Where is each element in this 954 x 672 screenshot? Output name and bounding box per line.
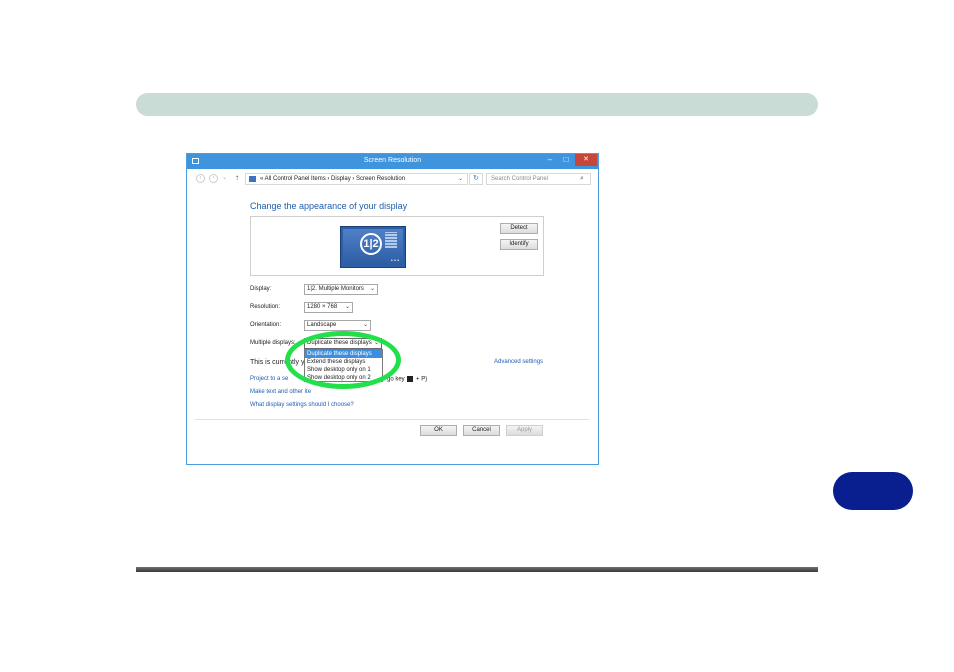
up-arrow-icon[interactable]: ↑	[235, 173, 239, 182]
orientation-select[interactable]: Landscape ⌄	[304, 320, 371, 331]
display-settings-help-link[interactable]: What display settings should I choose?	[250, 402, 354, 408]
project-shortcut-text: go key + P)	[387, 376, 427, 383]
windows-key-icon	[407, 376, 414, 382]
chevron-down-icon: ⌄	[362, 322, 368, 328]
screen-resolution-window: Screen Resolution – □ ✕ ‹ › ⌄ ↑ « All Co…	[186, 153, 599, 465]
recent-pages-chevron-icon[interactable]: ⌄	[222, 174, 227, 181]
search-icon[interactable]: ⌕	[580, 175, 584, 183]
cancel-button[interactable]: Cancel	[463, 425, 500, 436]
display-label: Display:	[250, 286, 272, 292]
identify-button[interactable]: Identify	[500, 239, 538, 250]
text-size-link[interactable]: Make text and other ite	[250, 389, 311, 395]
search-placeholder: Search Control Panel	[491, 176, 549, 182]
shortcut-text-end: + P)	[416, 376, 428, 383]
title-bar: Screen Resolution – □ ✕	[187, 154, 598, 169]
shortcut-text-start: go key	[387, 376, 405, 383]
detect-button[interactable]: Detect	[500, 223, 538, 234]
resolution-select[interactable]: 1280 × 768 ⌄	[304, 302, 353, 313]
back-arrow-icon[interactable]: ‹	[196, 174, 205, 183]
resolution-label: Resolution:	[250, 304, 281, 310]
chapter-tab	[833, 472, 913, 510]
window-title: Screen Resolution	[363, 157, 422, 164]
monitor-grid-icon	[385, 232, 397, 248]
address-bar[interactable]: « All Control Panel Items › Display › Sc…	[245, 173, 468, 185]
project-link[interactable]: Project to a se	[250, 376, 288, 382]
refresh-icon[interactable]: ↻	[469, 173, 483, 185]
control-panel-icon	[249, 176, 256, 182]
multiple-displays-label: Multiple displays:	[250, 340, 296, 346]
page-title: Change the appearance of your display	[250, 201, 408, 211]
display-select[interactable]: 1|2. Multiple Monitors ⌄	[304, 284, 378, 295]
display-select-value: 1|2. Multiple Monitors	[307, 286, 364, 292]
footer-divider	[195, 419, 589, 420]
orientation-label: Orientation:	[250, 322, 282, 328]
advanced-settings-link[interactable]: Advanced settings	[494, 359, 543, 365]
header-band	[136, 93, 818, 116]
address-path[interactable]: « All Control Panel Items › Display › Sc…	[260, 176, 405, 182]
monitor-icon[interactable]: 1|2 • • •	[340, 226, 406, 268]
chevron-down-icon: ⌄	[344, 304, 350, 310]
close-button[interactable]: ✕	[575, 154, 597, 166]
search-input[interactable]: Search Control Panel ⌕	[486, 173, 591, 185]
forward-arrow-icon[interactable]: ›	[209, 174, 218, 183]
monitor-dots-icon: • • •	[391, 258, 400, 264]
apply-button[interactable]: Apply	[506, 425, 543, 436]
navigation-bar: ‹ › ⌄ ↑ « All Control Panel Items › Disp…	[187, 171, 598, 186]
monitor-number: 1|2	[360, 233, 382, 255]
ok-button[interactable]: OK	[420, 425, 457, 436]
highlight-circle	[285, 331, 401, 389]
resolution-select-value: 1280 × 768	[307, 304, 338, 310]
minimize-button[interactable]: –	[543, 154, 557, 166]
display-preview: 1|2 • • • Detect Identify	[250, 216, 544, 276]
chevron-down-icon: ⌄	[369, 286, 375, 292]
orientation-select-value: Landscape	[307, 322, 337, 328]
footer-rule	[136, 567, 818, 572]
chevron-down-icon[interactable]: ⌄	[458, 175, 463, 182]
maximize-button[interactable]: □	[559, 154, 573, 166]
